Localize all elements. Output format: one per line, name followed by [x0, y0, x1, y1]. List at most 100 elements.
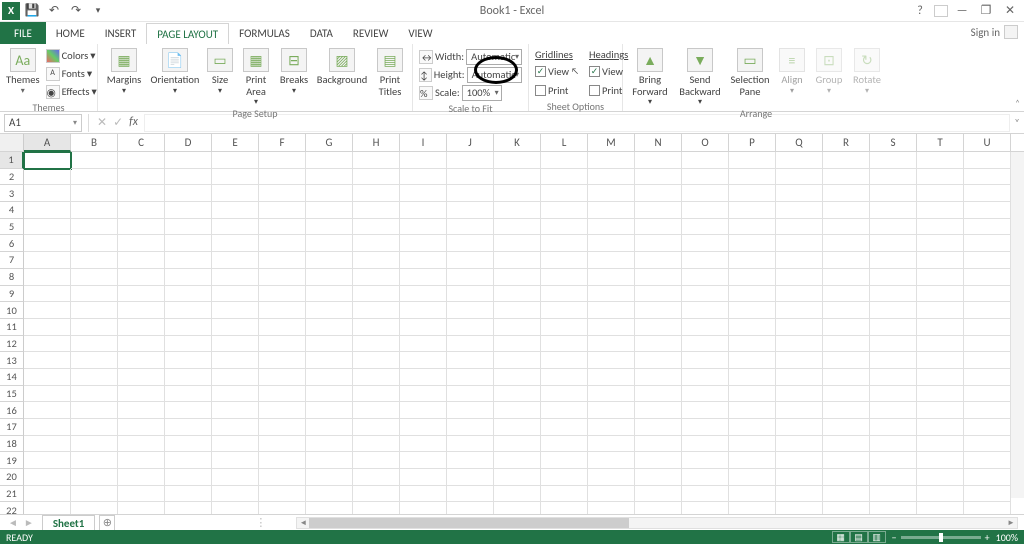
cell[interactable]	[588, 336, 635, 353]
cell[interactable]	[964, 202, 1011, 219]
cell[interactable]	[588, 502, 635, 514]
cell[interactable]	[729, 269, 776, 286]
cell[interactable]	[917, 436, 964, 453]
cell[interactable]	[353, 252, 400, 269]
cell[interactable]	[118, 202, 165, 219]
cell[interactable]	[635, 469, 682, 486]
cell[interactable]	[729, 286, 776, 303]
cell[interactable]	[729, 369, 776, 386]
col-header[interactable]: I	[400, 134, 447, 151]
cell[interactable]	[24, 319, 71, 336]
cell[interactable]	[776, 235, 823, 252]
themes-button[interactable]: Aa Themes ▾	[4, 46, 42, 96]
cell[interactable]	[212, 436, 259, 453]
cell[interactable]	[964, 219, 1011, 236]
cell[interactable]	[259, 169, 306, 186]
cell[interactable]	[24, 469, 71, 486]
row-header[interactable]: 7	[0, 252, 24, 269]
cell[interactable]	[71, 202, 118, 219]
cell[interactable]	[306, 302, 353, 319]
cell[interactable]	[212, 286, 259, 303]
cell[interactable]	[24, 369, 71, 386]
cell[interactable]	[823, 152, 870, 169]
cell[interactable]	[541, 369, 588, 386]
help-icon[interactable]: ?	[910, 4, 930, 18]
row-header[interactable]: 4	[0, 202, 24, 219]
tab-file[interactable]: FILE	[0, 22, 46, 44]
cell[interactable]	[212, 502, 259, 514]
cell[interactable]	[588, 319, 635, 336]
cell[interactable]	[494, 352, 541, 369]
cell[interactable]	[541, 252, 588, 269]
cell[interactable]	[588, 469, 635, 486]
cell[interactable]	[541, 336, 588, 353]
cell[interactable]	[588, 219, 635, 236]
cell[interactable]	[823, 286, 870, 303]
cell[interactable]	[165, 235, 212, 252]
cell[interactable]	[118, 419, 165, 436]
cell[interactable]	[494, 252, 541, 269]
cell[interactable]	[71, 252, 118, 269]
cell[interactable]	[353, 302, 400, 319]
cell[interactable]	[964, 436, 1011, 453]
bring-forward-button[interactable]: ▲Bring Forward▾	[627, 46, 673, 107]
cell[interactable]	[823, 486, 870, 503]
cell[interactable]	[541, 452, 588, 469]
cell[interactable]	[259, 502, 306, 514]
cell[interactable]	[964, 386, 1011, 403]
cell[interactable]	[447, 235, 494, 252]
col-header[interactable]: C	[118, 134, 165, 151]
cell[interactable]	[964, 252, 1011, 269]
cell[interactable]	[494, 369, 541, 386]
cell[interactable]	[917, 369, 964, 386]
cell[interactable]	[118, 336, 165, 353]
row-header[interactable]: 21	[0, 486, 24, 503]
cell[interactable]	[682, 436, 729, 453]
cell[interactable]	[964, 352, 1011, 369]
cell[interactable]	[400, 502, 447, 514]
cell[interactable]	[447, 185, 494, 202]
cell[interactable]	[259, 402, 306, 419]
cell[interactable]	[400, 352, 447, 369]
cell[interactable]	[541, 219, 588, 236]
cell[interactable]	[917, 352, 964, 369]
cell[interactable]	[917, 486, 964, 503]
cell[interactable]	[306, 185, 353, 202]
cell[interactable]	[118, 152, 165, 169]
cell[interactable]	[494, 436, 541, 453]
margins-button[interactable]: ▦Margins▾	[102, 46, 146, 96]
cell[interactable]	[588, 419, 635, 436]
cell[interactable]	[964, 336, 1011, 353]
cell[interactable]	[71, 419, 118, 436]
cell[interactable]	[635, 386, 682, 403]
row-header[interactable]: 19	[0, 452, 24, 469]
cell[interactable]	[870, 352, 917, 369]
cell[interactable]	[400, 486, 447, 503]
cell[interactable]	[823, 219, 870, 236]
cell[interactable]	[447, 269, 494, 286]
cell[interactable]	[259, 436, 306, 453]
cell[interactable]	[588, 152, 635, 169]
cell[interactable]	[259, 369, 306, 386]
cell[interactable]	[165, 152, 212, 169]
cell[interactable]	[212, 152, 259, 169]
cell[interactable]	[24, 502, 71, 514]
cell[interactable]	[447, 202, 494, 219]
cell[interactable]	[682, 369, 729, 386]
cell[interactable]	[353, 286, 400, 303]
cell[interactable]	[541, 436, 588, 453]
cell[interactable]	[823, 352, 870, 369]
cell[interactable]	[870, 269, 917, 286]
cell[interactable]	[306, 319, 353, 336]
cell[interactable]	[776, 202, 823, 219]
cell[interactable]	[541, 185, 588, 202]
cell[interactable]	[823, 336, 870, 353]
print-titles-button[interactable]: ▤Print Titles	[372, 46, 408, 97]
cell[interactable]	[588, 402, 635, 419]
cell[interactable]	[635, 369, 682, 386]
cell[interactable]	[917, 319, 964, 336]
cell[interactable]	[964, 286, 1011, 303]
cell[interactable]	[400, 219, 447, 236]
close-icon[interactable]: ✕	[1000, 4, 1020, 18]
row-header[interactable]: 9	[0, 286, 24, 303]
